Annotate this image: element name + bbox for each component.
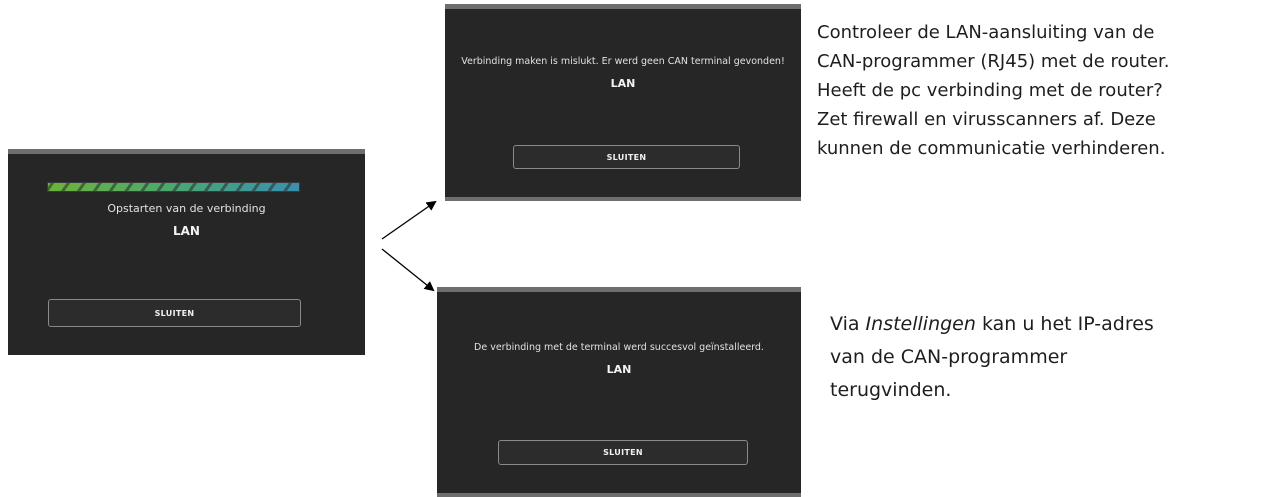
dialog-bottom-border <box>445 197 801 201</box>
arrow-to-success <box>381 248 435 292</box>
instruction-prefix: Via <box>830 313 866 335</box>
close-button[interactable]: SLUITEN <box>498 440 748 465</box>
success-message: De verbinding met de terminal werd succe… <box>474 342 764 353</box>
connection-type-label: LAN <box>610 77 636 90</box>
failure-message: Verbinding maken is mislukt. Er werd gee… <box>461 56 785 67</box>
close-button[interactable]: SLUITEN <box>48 299 301 327</box>
instruction-line: Controleer de LAN-aansluiting van de <box>817 22 1155 43</box>
instruction-line: terugvinden. <box>830 379 952 401</box>
progress-bar-fill <box>48 183 299 191</box>
arrow-to-failure <box>381 200 437 240</box>
dialog-top-border <box>437 287 801 292</box>
instruction-suffix: kan u het IP-adres <box>975 313 1154 335</box>
dialog-top-border <box>8 149 365 154</box>
instruction-line: Heeft de pc verbinding met de router? <box>817 80 1163 101</box>
instruction-line: Zet firewall en virusscanners af. Deze <box>817 109 1156 130</box>
instruction-line: Via Instellingen kan u het IP-adres <box>830 308 1250 341</box>
connection-type-label: LAN <box>173 224 200 238</box>
connection-progress-bar <box>47 182 300 192</box>
settings-reference: Instellingen <box>865 313 976 335</box>
instruction-line: CAN-programmer (RJ45) met de router. <box>817 51 1170 72</box>
connection-success-dialog: De verbinding met de terminal werd succe… <box>437 287 801 497</box>
connecting-message: Opstarten van de verbinding <box>107 202 266 215</box>
connection-type-label: LAN <box>606 363 632 376</box>
connecting-dialog: Opstarten van de verbinding LAN SLUITEN <box>8 149 365 355</box>
success-instructions: Via Instellingen kan u het IP-adres van … <box>830 308 1250 407</box>
dialog-bottom-border <box>437 493 801 497</box>
close-button[interactable]: SLUITEN <box>513 145 740 169</box>
dialog-top-border <box>445 4 801 9</box>
failure-instructions: Controleer de LAN-aansluiting van de CAN… <box>817 18 1257 163</box>
connection-failed-dialog: Verbinding maken is mislukt. Er werd gee… <box>445 4 801 201</box>
instruction-line: van de CAN-programmer <box>830 346 1068 368</box>
instruction-line: kunnen de communicatie verhinderen. <box>817 138 1166 159</box>
